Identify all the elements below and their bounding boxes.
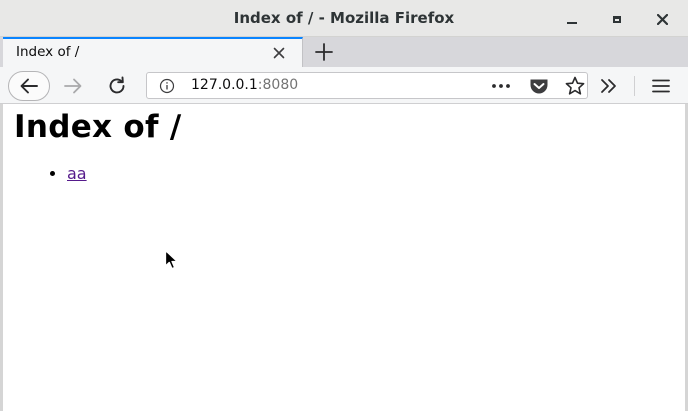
hamburger-menu-icon[interactable] [650,76,672,96]
reload-icon[interactable] [106,75,128,97]
directory-link-aa[interactable]: aa [67,164,87,183]
tab-close-icon[interactable] [271,45,287,61]
forward-arrow-icon[interactable] [62,76,84,96]
tab-title: Index of / [16,44,80,60]
list-item: aa [67,164,87,184]
pocket-icon[interactable] [528,76,550,96]
back-button[interactable] [8,71,50,101]
url-bar[interactable]: 127.0.0.1:8080 [146,72,588,99]
maximize-button[interactable] [606,8,628,30]
back-arrow-icon [20,78,38,94]
close-window-button[interactable] [651,8,673,30]
firefox-window: Index of / - Mozilla Firefox Index of / [0,0,688,411]
minimize-icon [567,22,577,24]
url-text[interactable]: 127.0.0.1:8080 [191,77,298,93]
tab-strip: Index of / [0,37,688,67]
window-title: Index of / - Mozilla Firefox [233,9,455,27]
close-icon [656,13,668,25]
new-tab-icon[interactable] [313,42,335,62]
page-content: Index of / aa [0,104,688,411]
info-icon[interactable] [159,78,175,94]
file-list: aa [27,164,87,184]
tab-index[interactable]: Index of / [3,37,303,67]
chevron-double-right-icon[interactable] [598,76,620,96]
star-icon[interactable] [564,75,586,97]
maximize-icon [613,15,621,23]
page-heading: Index of / [14,109,182,145]
mouse-cursor-icon [164,249,178,270]
navigation-toolbar: 127.0.0.1:8080 [0,67,688,104]
url-port: :8080 [257,77,299,93]
title-bar[interactable]: Index of / - Mozilla Firefox [0,0,688,37]
minimize-button[interactable] [561,8,583,30]
url-host: 127.0.0.1 [191,77,258,93]
toolbar-separator [634,76,635,96]
more-dots-icon[interactable] [490,79,512,93]
